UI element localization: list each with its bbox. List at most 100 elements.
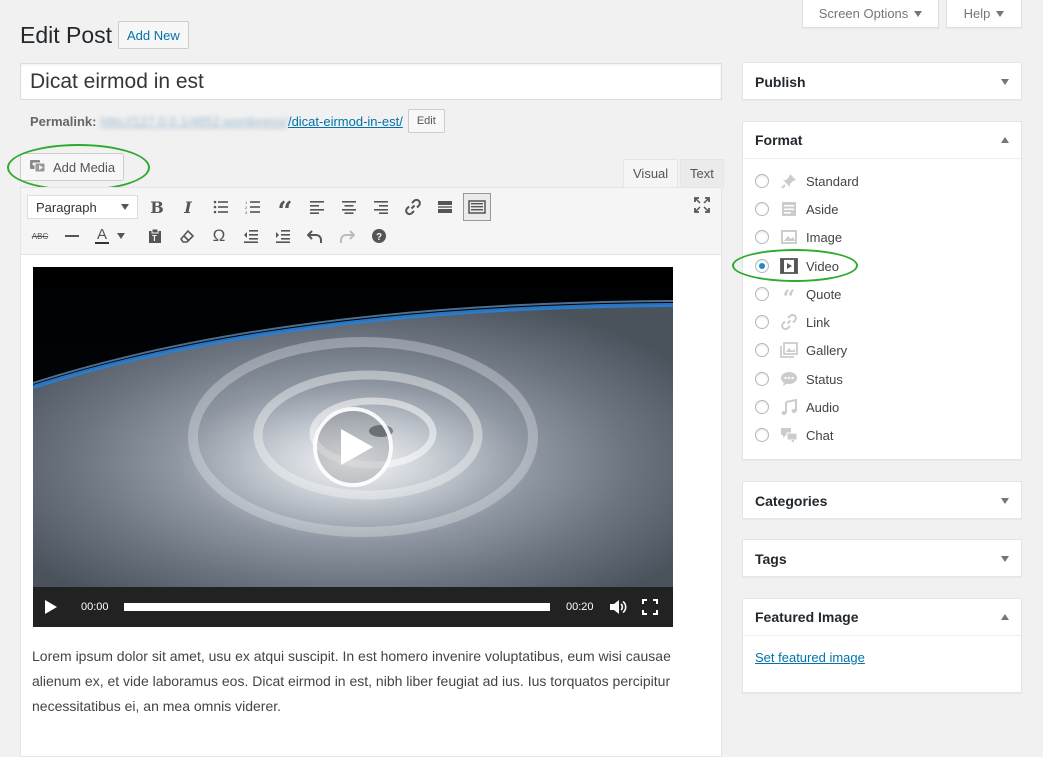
format-radio[interactable]: [755, 230, 769, 244]
editor-toolbar: Paragraph B I 123 “ ABC A T Ω ?: [21, 188, 721, 255]
video-fullscreen-button[interactable]: [632, 599, 668, 615]
toggle-panel-icon[interactable]: [1001, 555, 1009, 562]
format-radio[interactable]: [755, 287, 769, 301]
numbered-list-button[interactable]: 123: [239, 193, 267, 221]
align-left-button[interactable]: [303, 193, 331, 221]
clipboard-icon: T: [149, 228, 161, 243]
add-media-button[interactable]: Add Media: [20, 153, 125, 181]
video-player[interactable]: 00:00 00:20: [33, 267, 673, 627]
bold-button[interactable]: B: [143, 193, 171, 221]
page-title: Edit Post: [20, 22, 113, 48]
format-label: Chat: [806, 427, 834, 443]
format-radio[interactable]: [755, 372, 769, 386]
align-right-button[interactable]: [367, 193, 395, 221]
play-button[interactable]: [33, 599, 69, 615]
tab-text[interactable]: Text: [680, 159, 724, 187]
format-label: Quote: [806, 286, 842, 302]
fullscreen-button[interactable]: [688, 191, 716, 219]
keyboard-shortcuts-button[interactable]: ?: [365, 222, 393, 250]
screen-options-button[interactable]: Screen Options: [802, 0, 939, 28]
permalink-slug-link[interactable]: /dicat-eirmod-in-est/: [288, 114, 403, 129]
redo-button[interactable]: [333, 222, 361, 250]
text-color-button[interactable]: A: [89, 222, 131, 250]
clear-formatting-button[interactable]: [173, 222, 201, 250]
format-option-gallery[interactable]: Gallery: [755, 339, 847, 361]
format-option-quote[interactable]: “ Quote: [755, 283, 842, 312]
special-character-button[interactable]: Ω: [205, 222, 233, 250]
format-option-video[interactable]: Video: [755, 255, 839, 277]
read-more-button[interactable]: [431, 193, 459, 221]
outdent-button[interactable]: [237, 222, 265, 250]
format-option-image[interactable]: Image: [755, 226, 842, 248]
tab-text-label: Text: [690, 166, 714, 181]
help-button[interactable]: Help: [946, 0, 1022, 28]
format-radio[interactable]: [755, 202, 769, 216]
format-box-header[interactable]: Format: [743, 122, 1021, 159]
format-label: Aside: [806, 201, 839, 217]
help-label: Help: [963, 6, 991, 21]
duration: 00:20: [566, 601, 594, 613]
format-label: Gallery: [806, 342, 848, 358]
categories-box-header[interactable]: Categories: [743, 482, 1021, 519]
format-label: Link: [806, 314, 830, 330]
volume-icon: [610, 600, 627, 614]
bullet-list-button[interactable]: [207, 193, 235, 221]
align-center-button[interactable]: [335, 193, 363, 221]
format-select[interactable]: Paragraph: [27, 195, 138, 219]
align-center-icon: [342, 201, 356, 214]
toggle-panel-icon[interactable]: [1001, 497, 1009, 504]
format-radio[interactable]: [755, 315, 769, 329]
chevron-down-icon: [121, 204, 129, 210]
quote-icon: “: [782, 286, 796, 312]
toggle-panel-icon[interactable]: [1001, 78, 1009, 85]
toggle-panel-icon[interactable]: [1001, 137, 1009, 143]
italic-button[interactable]: I: [174, 193, 202, 221]
categories-box: Categories: [742, 481, 1022, 519]
set-featured-image-link[interactable]: Set featured image: [755, 650, 865, 665]
aside-icon: [779, 199, 799, 219]
post-body-text[interactable]: Lorem ipsum dolor sit amet, usu ex atqui…: [32, 644, 712, 719]
strikethrough-button[interactable]: ABC: [26, 222, 54, 250]
link-icon: [779, 312, 799, 332]
align-right-icon: [374, 201, 388, 214]
toggle-panel-icon[interactable]: [1001, 614, 1009, 620]
format-option-audio[interactable]: Audio: [755, 396, 839, 418]
format-radio[interactable]: [755, 174, 769, 188]
svg-text:3: 3: [245, 210, 248, 214]
format-option-aside[interactable]: Aside: [755, 198, 839, 220]
permalink-base-link[interactable]: http://127.0.0.1/4852.wordpress/: [100, 114, 286, 129]
permalink-edit-button[interactable]: Edit: [407, 109, 445, 133]
publish-box: Publish: [742, 62, 1022, 100]
help-icon: ?: [372, 229, 386, 243]
indent-button[interactable]: [269, 222, 297, 250]
audio-icon: [779, 397, 799, 417]
format-option-link[interactable]: Link: [755, 311, 830, 333]
format-option-chat[interactable]: Chat: [755, 424, 833, 446]
format-radio-selected[interactable]: [755, 259, 769, 273]
blockquote-button[interactable]: “: [271, 193, 299, 227]
post-title-input[interactable]: Dicat eirmod in est: [20, 63, 722, 100]
horizontal-line-button[interactable]: [58, 222, 86, 250]
featured-image-box-header[interactable]: Featured Image: [743, 599, 1021, 636]
progress-track[interactable]: [124, 603, 550, 611]
insert-link-button[interactable]: [399, 193, 427, 221]
format-radio[interactable]: [755, 400, 769, 414]
indent-icon: [276, 230, 290, 243]
paste-text-button[interactable]: T: [141, 222, 169, 250]
format-radio[interactable]: [755, 428, 769, 442]
undo-button[interactable]: [301, 222, 329, 250]
format-radio[interactable]: [755, 343, 769, 357]
tab-visual[interactable]: Visual: [623, 159, 679, 187]
text-color-icon: A: [95, 226, 109, 244]
volume-button[interactable]: [604, 599, 632, 615]
publish-box-header[interactable]: Publish: [743, 63, 1021, 100]
editor: Paragraph B I 123 “ ABC A T Ω ? 00:00 00…: [20, 187, 722, 757]
format-option-status[interactable]: Status: [755, 368, 843, 390]
add-new-button[interactable]: Add New: [118, 21, 189, 49]
tags-box-header[interactable]: Tags: [743, 540, 1021, 577]
status-icon: [779, 369, 799, 389]
toolbar-toggle-button[interactable]: [463, 193, 491, 221]
video-controls: 00:00 00:20: [33, 587, 673, 627]
format-option-standard[interactable]: Standard: [755, 170, 859, 192]
link-icon: [405, 198, 421, 216]
